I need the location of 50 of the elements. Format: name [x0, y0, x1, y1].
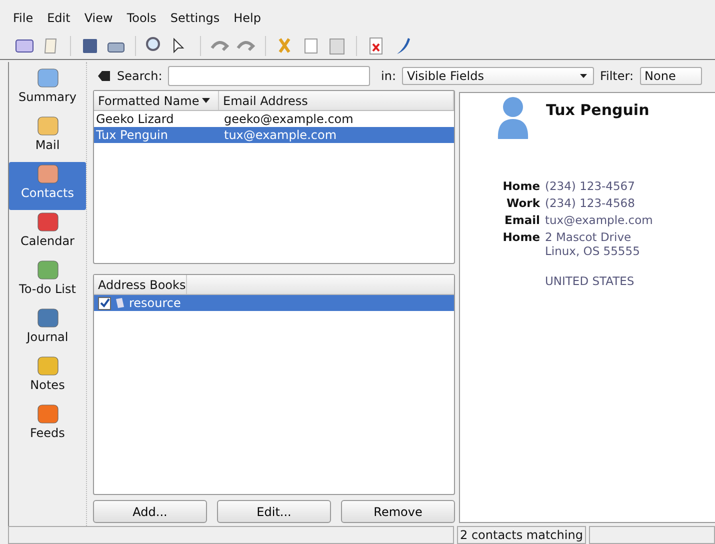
column-header[interactable]: Email Address [219, 91, 454, 110]
table-cell-text: Geeko Lizard [95, 112, 175, 126]
status-text: 2 contacts matching [457, 526, 586, 544]
action-button[interactable]: Remove [341, 500, 455, 523]
table-row[interactable]: Tux Penguin tux@example.com [94, 127, 454, 143]
field-label: Home [502, 179, 540, 193]
table-row[interactable]: Geeko Lizard geeko@example.com [94, 111, 454, 127]
field-label: Home [502, 230, 540, 246]
filter-dropdown[interactable]: None [640, 67, 702, 85]
sidebar-item[interactable]: Notes [9, 354, 86, 402]
sidebar-item[interactable]: Contacts [9, 162, 86, 210]
list-item-label: resource [129, 296, 181, 310]
menu-item[interactable]: Tools [126, 10, 156, 24]
field-label: Email [504, 213, 540, 227]
action-button[interactable]: Add... [93, 500, 207, 523]
list-item[interactable]: resource [94, 295, 454, 311]
field-value: tux@example.com [545, 213, 654, 227]
table-cell-text: Tux Penguin [95, 128, 169, 142]
column-header[interactable]: Formatted Name [94, 91, 219, 110]
clear-icon[interactable] [97, 70, 111, 82]
sidebar-item[interactable]: Journal [9, 306, 86, 354]
menu-item[interactable]: Help [234, 10, 261, 24]
contact-name: Tux Penguin [546, 101, 650, 119]
column-header: Address Books [94, 275, 187, 294]
in-label: in: [381, 69, 396, 83]
field-value: 2 Mascot Drive [545, 230, 632, 244]
field-value: Linux, OS 55555 [545, 244, 641, 258]
menu-item[interactable]: Edit [47, 10, 70, 24]
search-label: Search: [117, 69, 162, 83]
menu-item[interactable]: File [13, 10, 34, 24]
field-value: (234) 123-4567 [545, 179, 636, 193]
action-button[interactable]: Edit... [217, 500, 331, 523]
sidebar-item[interactable]: Summary [9, 66, 86, 114]
menu-item[interactable]: View [84, 10, 113, 24]
menu-item[interactable]: Settings [170, 10, 220, 24]
filter-label: Filter: [600, 69, 634, 83]
checkbox[interactable] [98, 296, 111, 310]
sidebar-item[interactable]: Calendar [9, 210, 86, 258]
table-cell-text: tux@example.com [223, 128, 338, 142]
field-label: Work [506, 196, 540, 210]
sidebar-item[interactable]: To-do List [9, 258, 86, 306]
sidebar-item[interactable]: Mail [9, 114, 86, 162]
table-cell-text: geeko@example.com [223, 112, 354, 126]
sort-caret-icon [202, 98, 210, 103]
field-value: UNITED STATES [545, 274, 636, 288]
field-dropdown[interactable]: Visible Fields [402, 67, 594, 85]
dropdown-caret-icon [580, 74, 587, 78]
search-field[interactable] [168, 66, 370, 86]
field-value: (234) 123-4568 [545, 196, 636, 210]
sidebar-item[interactable]: Feeds [9, 402, 86, 450]
